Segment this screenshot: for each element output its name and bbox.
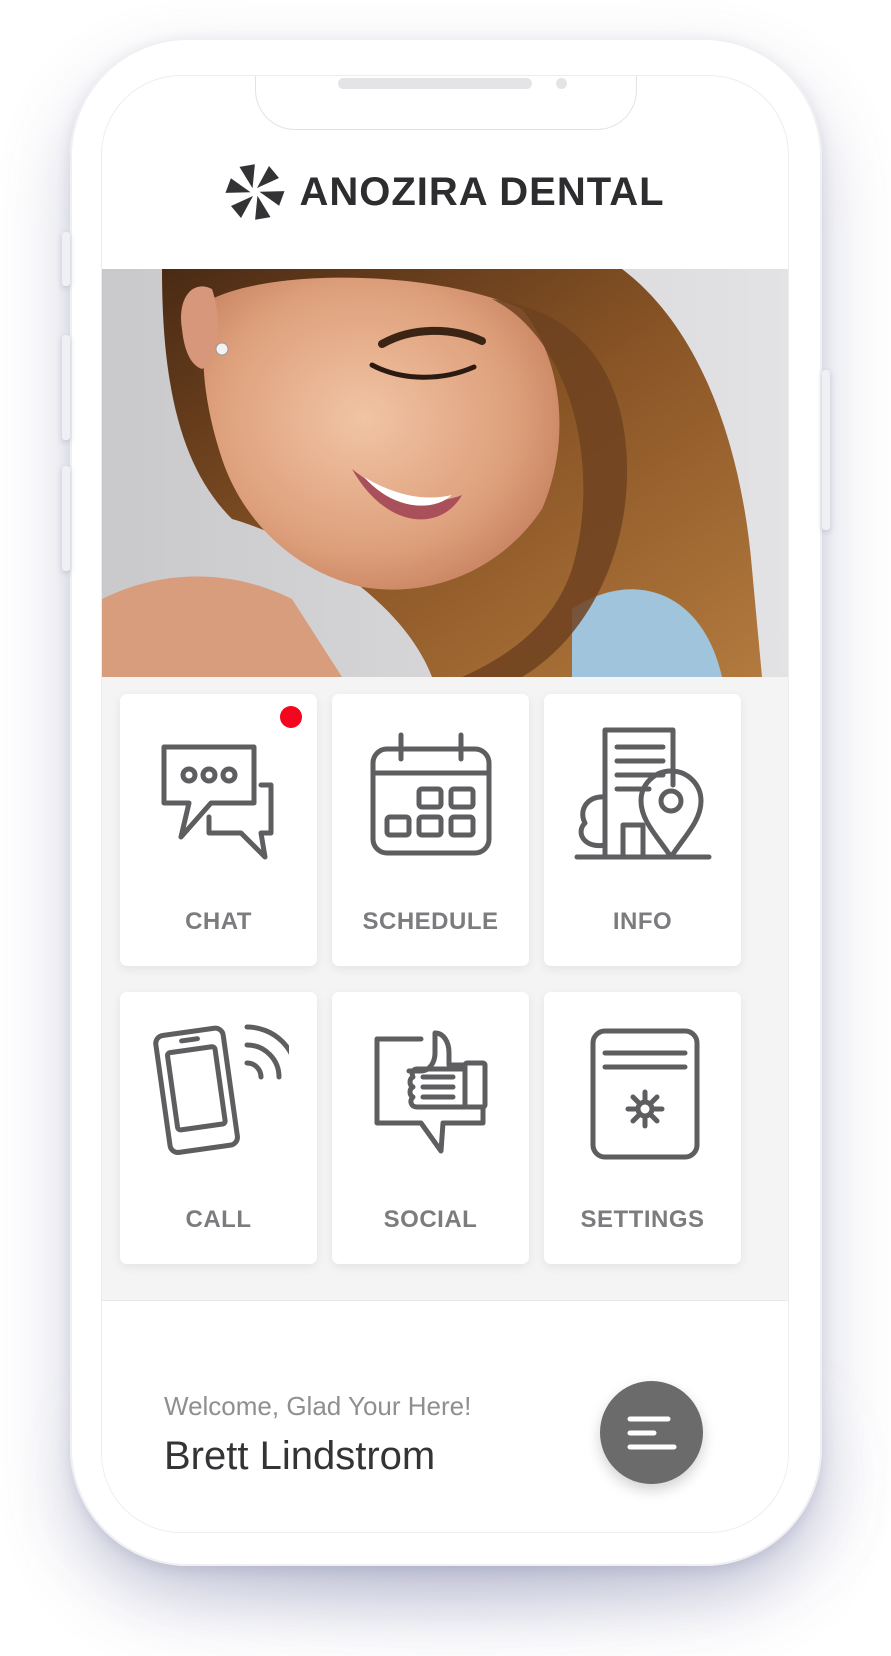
- hero-image: [102, 269, 788, 677]
- side-button-power: [822, 370, 830, 530]
- tile-call-label: CALL: [185, 1206, 252, 1233]
- tile-info[interactable]: INFO: [544, 694, 741, 966]
- menu-button[interactable]: [600, 1381, 703, 1484]
- tile-chat[interactable]: CHAT: [120, 694, 317, 966]
- user-name: Brett Lindstrom: [164, 1434, 436, 1478]
- tile-info-label: INFO: [612, 908, 673, 935]
- pinwheel-logo-icon: [225, 164, 285, 220]
- building-location-icon: [574, 727, 711, 860]
- notch: [255, 76, 637, 130]
- brand: ANOZIRA DENTAL: [225, 162, 664, 222]
- front-camera: [556, 78, 567, 89]
- brand-name: ANOZIRA DENTAL: [299, 169, 665, 214]
- greeting-text: Welcome, Glad Your Here!: [164, 1391, 472, 1421]
- tile-chat-label: CHAT: [185, 908, 252, 935]
- chat-bubbles-icon: [161, 744, 273, 860]
- tile-settings-label: SETTINGS: [580, 1206, 705, 1233]
- side-button-silent: [62, 232, 70, 286]
- menu-icon: [627, 1416, 676, 1449]
- feature-grid: CHAT SCHEDULE INFO CALL SOCIAL SETTINGS: [102, 677, 788, 1377]
- phone-screen: ANOZIRA DENTAL CHAT SCHEDULE INFO CALL S…: [101, 75, 789, 1533]
- calendar-icon: [370, 732, 491, 856]
- tile-social-label: SOCIAL: [383, 1206, 478, 1233]
- phone-call-icon: [152, 1024, 289, 1155]
- footer: Welcome, Glad Your Here! Brett Lindstrom: [102, 1300, 788, 1532]
- tile-settings[interactable]: SETTINGS: [544, 992, 741, 1264]
- thumbs-up-icon: [374, 1030, 487, 1154]
- settings-card-icon: [590, 1028, 699, 1160]
- side-button-volume-up: [62, 335, 70, 440]
- speaker-grille: [338, 78, 532, 89]
- tile-schedule-label: SCHEDULE: [362, 908, 499, 935]
- tile-call[interactable]: CALL: [120, 992, 317, 1264]
- notification-dot: [280, 706, 302, 728]
- side-button-volume-down: [62, 466, 70, 571]
- tile-social[interactable]: SOCIAL: [332, 992, 529, 1264]
- tile-schedule[interactable]: SCHEDULE: [332, 694, 529, 966]
